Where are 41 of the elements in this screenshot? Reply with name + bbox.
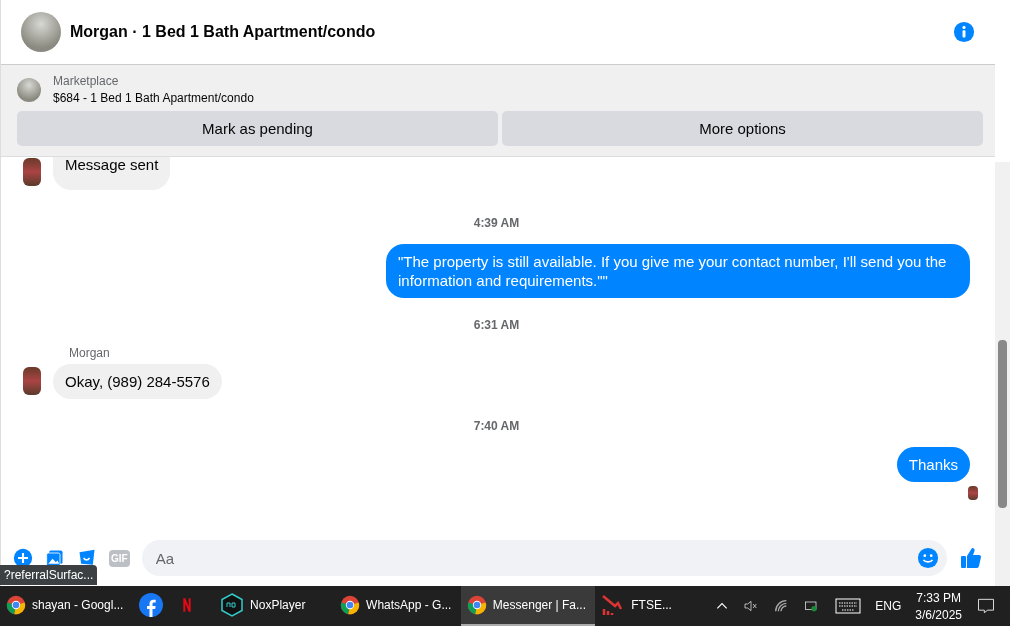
message-field[interactable]: Aa bbox=[141, 540, 947, 576]
thumbs-up-icon[interactable] bbox=[959, 546, 983, 570]
message-bubble: Thanks bbox=[896, 447, 970, 482]
photo-placeholder bbox=[21, 12, 61, 52]
timestamp: 4:39 AM bbox=[473, 216, 520, 230]
smiley-icon[interactable] bbox=[917, 547, 939, 569]
scrollbar-thumb[interactable] bbox=[998, 340, 1007, 508]
taskbar-item[interactable]: NoxPlayer bbox=[214, 586, 335, 626]
taskbar-item[interactable]: Messenger | Fa... bbox=[460, 586, 596, 626]
scrollbar[interactable] bbox=[995, 162, 1010, 586]
taskbar-item[interactable]: FTSE... bbox=[595, 586, 716, 626]
photo-placeholder bbox=[17, 77, 41, 102]
sticker-icon[interactable] bbox=[77, 548, 97, 568]
avatar-placeholder bbox=[23, 158, 41, 186]
listing-button[interactable]: More options bbox=[502, 111, 983, 146]
message-bubble: Message sent bbox=[53, 157, 171, 190]
message-input[interactable]: Aa bbox=[153, 548, 917, 568]
chrome-icon bbox=[6, 595, 26, 615]
timestamp: 7:40 AM bbox=[473, 419, 520, 433]
chrome-icon bbox=[466, 595, 487, 615]
avatar-placeholder bbox=[23, 367, 41, 395]
link-tooltip: ?referralSurfac... bbox=[0, 565, 98, 585]
language-indicator[interactable]: ENG bbox=[875, 599, 902, 613]
listing-button[interactable]: Mark as pending bbox=[17, 111, 498, 146]
clock[interactable]: 7:33 PM 3/6/2025 bbox=[915, 590, 962, 622]
chrome-icon bbox=[340, 595, 361, 615]
sender-name: Morgan bbox=[69, 346, 111, 360]
message-bubble: Okay, (989) 284-5576 bbox=[53, 364, 222, 399]
taskbar-item[interactable]: WhatsApp - G... bbox=[334, 586, 461, 626]
listing-summary: $684 - 1 Bed 1 Bath Apartment/condo bbox=[53, 91, 254, 105]
chat-title: Morgan · 1 Bed 1 Bath Apartment/condo bbox=[70, 23, 377, 41]
notification-icon[interactable] bbox=[976, 596, 996, 616]
hexagon-icon bbox=[220, 593, 245, 617]
info-icon[interactable] bbox=[953, 21, 975, 43]
taskbar-item[interactable]: shayan - Googl... bbox=[0, 586, 133, 626]
speaker-muted-icon[interactable] bbox=[743, 598, 760, 614]
keyboard-icon[interactable] bbox=[835, 598, 862, 614]
message-bubble: "The property is still available. If you give me your contact number, I'll send you the information and requirements."" bbox=[386, 244, 970, 298]
timestamp: 6:31 AM bbox=[473, 318, 520, 332]
facebook-icon bbox=[138, 593, 163, 617]
listing-source: Marketplace bbox=[53, 74, 120, 88]
